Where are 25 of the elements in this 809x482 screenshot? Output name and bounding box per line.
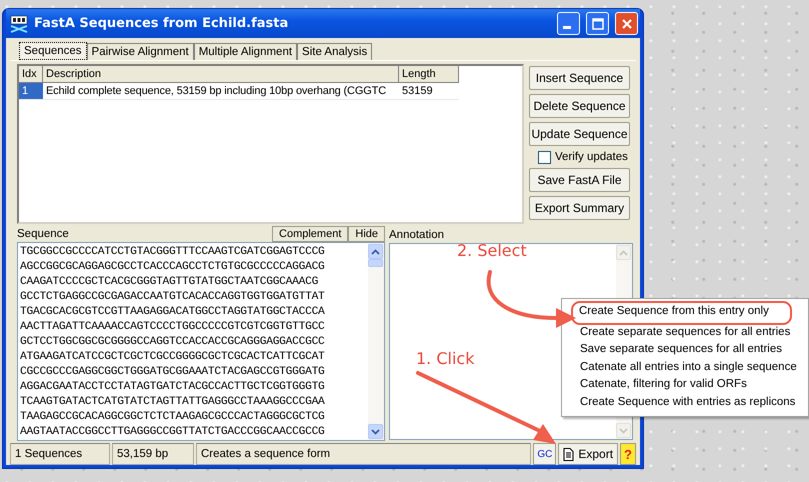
sequence-line: TGCGGCCGCCCCATCCTGTACGGGTTTCCAAGTCGATCGGAGTCCCG — [20, 245, 326, 260]
callout-text: 1. Click — [416, 349, 474, 368]
window-title: FastA Sequences from Echild.fasta — [34, 16, 290, 31]
panel-label: Sequence — [17, 228, 70, 240]
sequence-line: GCCTCTGAGGCCGCGAGACCAATGTCACACCAGGTGGTGGATGTTAT — [20, 290, 326, 305]
checkbox-label: Verify updates — [555, 151, 628, 163]
sequence-line: AACTTAGATTCAAAACCAGTCCCCTGGCCCCCGTCGTCGGTGTTGCC — [20, 320, 326, 335]
panel-label: Annotation — [389, 228, 445, 240]
sequence-line: AGGACGAATACCTCCTATAGTGATCTACGCCACTTGCTCGGTGGGTG — [20, 380, 326, 395]
sequence-line: AGCCGGCGCAGGAGCGCCTCACCCAGCCTCTGTGCGCCCCCAGGACG — [20, 260, 326, 275]
sequence-line: CGCCGCCCGAGGCGGCTGGGATGCGGAAATCTACGAGCCGTGGGATG — [20, 365, 326, 380]
sequence-line: GCTCCTGGCGGCGCGGGGCCAGGTCCACCACCGCAGGGAGGACCGCC — [20, 335, 326, 350]
table-cell: Echild complete sequence, 53159 bp including 10bp overhang (CGGTC — [43, 83, 399, 100]
callout-text: 2. Select — [457, 241, 527, 260]
sequence-line: CAAGATCCCCGCTCACGCGGGTAGTTGTATGGCTAATCGGCAAACG — [20, 275, 320, 290]
status-text: 53,159 bp — [112, 443, 194, 465]
status-text: Creates a sequence form — [196, 443, 532, 465]
sequence-line: TCAAGTGATACTCATGTATCTAGTTATTGAGGGCCTAAAGGCCCGAA — [20, 395, 326, 410]
table-cell: 1 — [19, 83, 43, 100]
status-text: 1 Sequences — [10, 443, 110, 465]
sequence-line: TGACGCACGCGTCCGTTAAGAGGACATGGCCTAGGTATGGCTACCCA — [20, 305, 326, 320]
sequence-line: AAGTAATACCGGCCTTGAGGGCCGGTTATCTGACCCGGCAACCGCCG — [20, 425, 326, 440]
sequence-line: TAAGAGCCGCACAGGCGGCTCTCTAAGAGCGCCCACTAGGGCGCTCG — [20, 410, 326, 425]
sequence-line: ATGAAGATCATCCGCTCGCTCGCCGGGGCGCTCGCACTCATTCGCAT — [20, 350, 326, 365]
table-cell: 53159 — [399, 83, 459, 100]
